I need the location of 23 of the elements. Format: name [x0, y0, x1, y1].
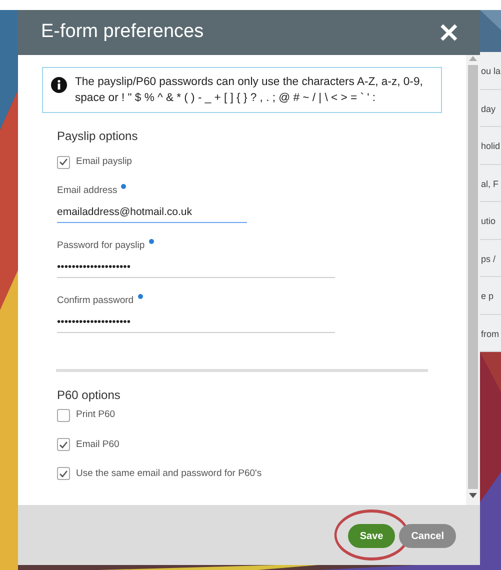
checkbox-label: Email P60 [76, 438, 120, 452]
checkbox[interactable] [57, 467, 70, 480]
checkbox[interactable] [57, 408, 70, 422]
section-heading: Payslip options [57, 128, 139, 145]
input-field[interactable]: •••••••••••••••••••• [57, 314, 335, 334]
info-icon [51, 77, 67, 93]
checkbox[interactable] [57, 156, 70, 169]
dialog-title: E-form preferences [41, 20, 204, 44]
close-button[interactable]: ✕ [438, 20, 460, 46]
scrollbar[interactable] [466, 55, 480, 505]
field-label: Password for payslip [57, 239, 145, 254]
checkbox-label: Email payslip [76, 155, 132, 169]
input-field[interactable]: •••••••••••••••••••• [57, 258, 335, 278]
info-text: The payslip/P60 passwords can only use the characters A-Z, a-z, 0-9, space or ! " $ % ^ & * ( ) - _ + [ ] { } ? , . ; @ # ~ / | \ < > = ` ' : [75, 75, 424, 106]
save-button[interactable]: Save [348, 524, 396, 548]
scroll-down-icon[interactable] [469, 493, 477, 499]
input-field[interactable]: emailaddress@hotmail.co.uk [57, 204, 247, 224]
field-label: Confirm password [57, 294, 134, 308]
checkbox-label: Print P60 [76, 408, 116, 422]
field-label: Email address [57, 184, 118, 198]
checkbox[interactable] [57, 438, 70, 452]
section-heading: P60 options [57, 387, 122, 404]
checkbox-label: Use the same email and password for P60's [76, 466, 262, 481]
